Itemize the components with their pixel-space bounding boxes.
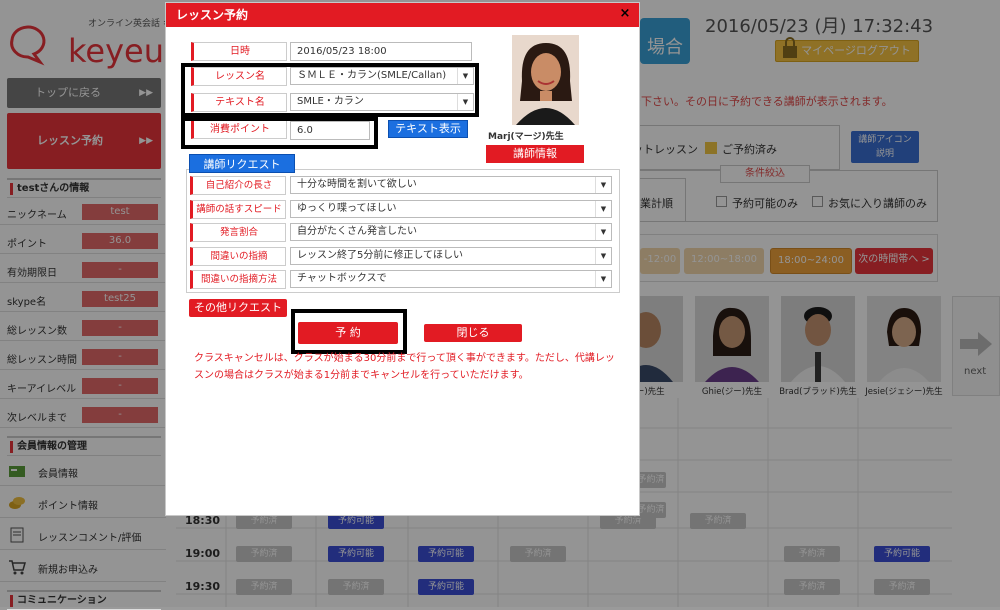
request-value: 自分がたくさん発言したい — [297, 226, 417, 237]
close-icon[interactable]: × — [618, 7, 632, 21]
teacher-info-button[interactable]: 講師情報 — [486, 145, 584, 163]
chevron-down-icon: ▼ — [595, 271, 611, 287]
date-field[interactable]: 2016/05/23 18:00 — [290, 42, 472, 61]
request-label: 間違いの指摘 — [190, 247, 286, 266]
dialog-title: レッスン予約 — [166, 3, 639, 27]
other-request-button[interactable]: その他リクエスト — [189, 299, 287, 317]
request-value: ゆっくり喋ってほしい — [297, 203, 397, 214]
chevron-down-icon: ▼ — [595, 224, 611, 240]
teacher-request-heading: 講師リクエスト — [189, 154, 295, 173]
request-label: 発言割合 — [190, 223, 286, 242]
close-button[interactable]: 閉じる — [424, 324, 522, 342]
highlight-frame — [181, 117, 378, 149]
request-label: 間違いの指摘方法 — [190, 270, 286, 289]
teacher-name: Marj(マージ)先生 — [488, 132, 564, 142]
request-select[interactable]: 十分な時間を割いて欲しい ▼ — [290, 176, 612, 194]
chevron-down-icon: ▼ — [595, 177, 611, 193]
request-value: 十分な時間を割いて欲しい — [297, 179, 417, 190]
show-text-button[interactable]: テキスト表示 — [388, 120, 468, 138]
request-value: レッスン終了5分前に修正してほしい — [297, 250, 464, 261]
chevron-down-icon: ▼ — [595, 201, 611, 217]
request-select[interactable]: ゆっくり喋ってほしい ▼ — [290, 200, 612, 218]
request-select[interactable]: 自分がたくさん発言したい ▼ — [290, 223, 612, 241]
request-label: 自己紹介の長さ — [190, 176, 286, 195]
chevron-down-icon: ▼ — [595, 248, 611, 264]
cancellation-note: クラスキャンセルは、クラスが始まる30分前まで行って頂く事ができます。ただし、代… — [194, 353, 615, 381]
request-label: 講師の話すスピード — [190, 200, 286, 219]
highlight-frame — [291, 309, 407, 354]
request-select[interactable]: レッスン終了5分前に修正してほしい ▼ — [290, 247, 612, 265]
highlight-frame — [181, 63, 479, 117]
request-select[interactable]: チャットボックスで ▼ — [290, 270, 612, 288]
teacher-photo — [512, 35, 579, 125]
date-label: 日時 — [191, 42, 287, 61]
request-value: チャットボックスで — [297, 273, 387, 284]
lesson-reservation-dialog: レッスン予約 × 日時 2016/05/23 18:00 レッスン名 ＳＭＬＥ・… — [165, 2, 640, 516]
